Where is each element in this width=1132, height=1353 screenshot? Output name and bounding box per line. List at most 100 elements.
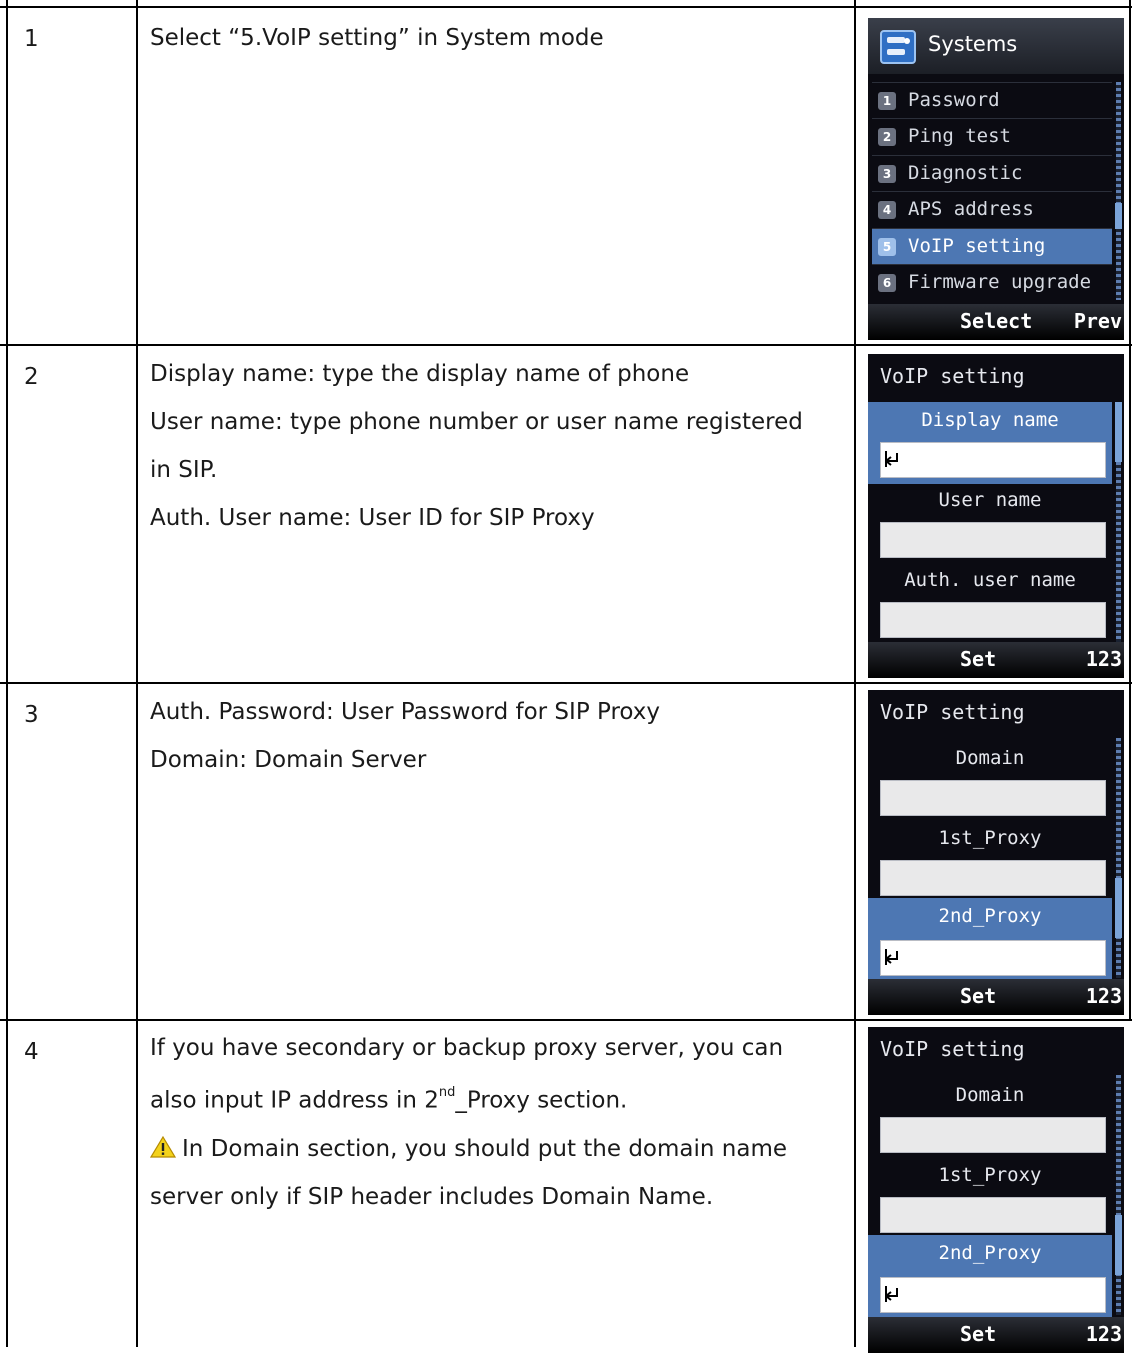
menu-item-label: Password bbox=[908, 89, 1000, 111]
menu-item-aps-address[interactable]: 4 APS address bbox=[872, 191, 1112, 228]
domain-input[interactable] bbox=[880, 1117, 1106, 1153]
softkey-bar: Set 123 bbox=[868, 642, 1124, 678]
user-name-input[interactable] bbox=[880, 522, 1106, 558]
table-col-divider bbox=[136, 0, 138, 1347]
step-description: Display name: type the display name of p… bbox=[150, 350, 840, 542]
description-text: In Domain section, you should put the do… bbox=[182, 1135, 788, 1162]
field-label-display-name: Display name bbox=[868, 402, 1112, 438]
scrollbar[interactable] bbox=[1116, 738, 1121, 978]
table-border-right bbox=[1129, 0, 1131, 1019]
description-text: also input IP address in 2 bbox=[150, 1087, 439, 1114]
description-line: also input IP address in 2nd_Proxy secti… bbox=[150, 1072, 840, 1125]
description-line: in SIP. bbox=[150, 457, 218, 483]
menu-number-badge: 6 bbox=[878, 274, 896, 292]
table-border-top bbox=[0, 6, 1132, 8]
text-cursor-icon bbox=[885, 949, 898, 965]
menu-item-label: Ping test bbox=[908, 125, 1011, 147]
menu-item-firmware-upgrade[interactable]: 6 Firmware upgrade bbox=[872, 264, 1112, 301]
field-label-1st-proxy: 1st_Proxy bbox=[938, 1164, 1042, 1186]
field-label-2nd-proxy: 2nd_Proxy bbox=[868, 1235, 1112, 1271]
menu-item-ping-test[interactable]: 2 Ping test bbox=[872, 118, 1112, 155]
systems-icon bbox=[880, 30, 916, 64]
menu-number-badge: 4 bbox=[878, 201, 896, 219]
menu-item-voip-setting[interactable]: 5 VoIP setting bbox=[872, 228, 1112, 265]
menu-item-label: Firmware upgrade bbox=[908, 271, 1092, 293]
menu-number-badge: 1 bbox=[878, 92, 896, 110]
phone-screen-voip-setting-proxy: VoIP setting Domain 1st_Proxy 2nd_Proxy … bbox=[868, 1027, 1124, 1353]
softkey-set[interactable]: Set bbox=[960, 984, 996, 1008]
menu-item-label: APS address bbox=[908, 198, 1034, 220]
display-name-input[interactable] bbox=[880, 442, 1106, 478]
table-row-divider bbox=[0, 344, 1132, 346]
description-text: _Proxy section. bbox=[455, 1087, 628, 1114]
step-description: Select “5.VoIP setting” in System mode bbox=[150, 14, 840, 62]
menu-number-badge: 5 bbox=[878, 238, 896, 256]
softkey-123[interactable]: 123 bbox=[1086, 1322, 1122, 1346]
menu-item-label: VoIP setting bbox=[908, 235, 1046, 257]
scrollbar[interactable] bbox=[1116, 1075, 1121, 1315]
scrollbar-thumb[interactable] bbox=[1115, 203, 1122, 229]
softkey-set[interactable]: Set bbox=[960, 1322, 996, 1346]
step-number: 2 bbox=[24, 364, 39, 390]
softkey-123[interactable]: 123 bbox=[1086, 984, 1122, 1008]
field-label-domain: Domain bbox=[955, 747, 1025, 769]
table-row-divider bbox=[0, 1019, 1132, 1021]
screen-title: VoIP setting bbox=[880, 700, 1025, 724]
screen-title: VoIP setting bbox=[880, 364, 1025, 388]
text-cursor-icon bbox=[885, 1286, 898, 1302]
phone-screen-systems: Systems 1 Password 2 Ping test 3 Diagnos… bbox=[868, 18, 1124, 340]
scrollbar[interactable] bbox=[1116, 82, 1121, 300]
warning-triangle-icon bbox=[150, 1135, 176, 1158]
step-number: 3 bbox=[24, 702, 39, 728]
menu-number-badge: 3 bbox=[878, 165, 896, 183]
step-description: Auth. Password: User Password for SIP Pr… bbox=[150, 688, 840, 784]
description-line: Auth. Password: User Password for SIP Pr… bbox=[150, 699, 660, 725]
field-label-2nd-proxy: 2nd_Proxy bbox=[868, 898, 1112, 934]
description-line: Auth. User name: User ID for SIP Proxy bbox=[150, 505, 595, 531]
table-col-divider bbox=[854, 0, 856, 1347]
screen-title: Systems bbox=[928, 32, 1018, 56]
menu-number-badge: 2 bbox=[878, 128, 896, 146]
menu-item-password[interactable]: 1 Password bbox=[872, 82, 1112, 119]
step-number: 1 bbox=[24, 26, 39, 52]
menu-item-diagnostic[interactable]: 3 Diagnostic bbox=[872, 155, 1112, 192]
scrollbar-thumb[interactable] bbox=[1115, 402, 1122, 462]
warning-line: In Domain section, you should put the do… bbox=[150, 1125, 840, 1173]
1st-proxy-input[interactable] bbox=[880, 860, 1106, 896]
table-border-left bbox=[6, 0, 8, 1347]
field-label-user-name: User name bbox=[938, 489, 1042, 511]
1st-proxy-input[interactable] bbox=[880, 1197, 1106, 1233]
field-label-auth-user-name: Auth. user name bbox=[904, 569, 1076, 591]
2nd-proxy-input[interactable] bbox=[880, 940, 1106, 976]
description-line: If you have secondary or backup proxy se… bbox=[150, 1035, 784, 1061]
scrollbar-thumb[interactable] bbox=[1115, 1215, 1122, 1275]
field-label-1st-proxy: 1st_Proxy bbox=[938, 827, 1042, 849]
softkey-bar: Set 123 bbox=[868, 1317, 1124, 1353]
step-number: 4 bbox=[24, 1039, 39, 1065]
softkey-123[interactable]: 123 bbox=[1086, 647, 1122, 671]
field-label-domain: Domain bbox=[955, 1084, 1025, 1106]
softkey-prev[interactable]: Prev bbox=[1074, 309, 1122, 333]
phone-screen-voip-setting: VoIP setting Display name User name Auth… bbox=[868, 354, 1124, 678]
table-row-divider bbox=[0, 682, 1132, 684]
description-line: Display name: type the display name of p… bbox=[150, 361, 690, 387]
description-line: User name: type phone number or user nam… bbox=[150, 409, 803, 435]
description-line: server only if SIP header includes Domai… bbox=[150, 1183, 714, 1210]
menu-item-label: Diagnostic bbox=[908, 162, 1023, 184]
scrollbar-thumb[interactable] bbox=[1115, 878, 1122, 938]
screen-titlebar: Systems bbox=[868, 18, 1124, 74]
softkey-select[interactable]: Select bbox=[960, 309, 1032, 333]
2nd-proxy-input[interactable] bbox=[880, 1277, 1106, 1313]
softkey-bar: Set 123 bbox=[868, 979, 1124, 1015]
text-cursor-icon bbox=[885, 451, 898, 467]
auth-user-name-input[interactable] bbox=[880, 602, 1106, 638]
softkey-set[interactable]: Set bbox=[960, 647, 996, 671]
superscript-text: nd bbox=[438, 1085, 456, 1100]
softkey-bar: Select Prev bbox=[868, 304, 1124, 340]
screen-title: VoIP setting bbox=[880, 1037, 1025, 1061]
phone-screen-voip-setting-proxy: VoIP setting Domain 1st_Proxy 2nd_Proxy … bbox=[868, 690, 1124, 1015]
domain-input[interactable] bbox=[880, 780, 1106, 816]
description-line: Domain: Domain Server bbox=[150, 747, 427, 773]
description-line: Select “5.VoIP setting” in System mode bbox=[150, 25, 604, 51]
step-description: If you have secondary or backup proxy se… bbox=[150, 1024, 840, 1221]
